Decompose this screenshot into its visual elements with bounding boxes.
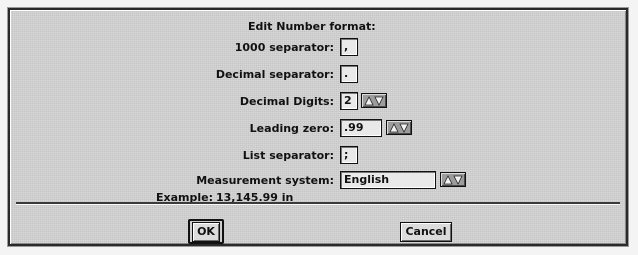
up-down-arrows-icon: [364, 96, 384, 106]
list-separator-field[interactable]: ;: [340, 146, 358, 164]
decimal-separator-field[interactable]: .: [340, 65, 358, 83]
decimal-digits-field[interactable]: 2: [340, 92, 358, 110]
thousand-separator-label: 1000 separator:: [234, 41, 334, 54]
cancel-button[interactable]: Cancel: [400, 222, 452, 242]
measurement-system-label: Measurement system:: [196, 174, 334, 187]
thousand-separator-field[interactable]: ,: [340, 38, 358, 56]
measurement-system-stepper[interactable]: [440, 172, 466, 187]
decimal-digits-stepper[interactable]: [361, 93, 387, 108]
decimal-digits-label: Decimal Digits:: [239, 95, 334, 108]
ok-button[interactable]: OK: [192, 222, 220, 242]
leading-zero-stepper[interactable]: [386, 120, 412, 135]
up-down-arrows-icon: [389, 123, 409, 133]
decimal-separator-label: Decimal separator:: [215, 68, 334, 81]
divider: [16, 202, 620, 205]
number-format-dialog: Edit Number format: 1000 separator: , De…: [7, 7, 629, 247]
list-separator-label: List separator:: [242, 149, 334, 162]
dialog-title: Edit Number format:: [248, 20, 376, 33]
leading-zero-label: Leading zero:: [249, 122, 334, 135]
up-down-arrows-icon: [443, 175, 463, 185]
measurement-system-field[interactable]: English: [340, 171, 436, 189]
leading-zero-field[interactable]: .99: [340, 119, 382, 137]
